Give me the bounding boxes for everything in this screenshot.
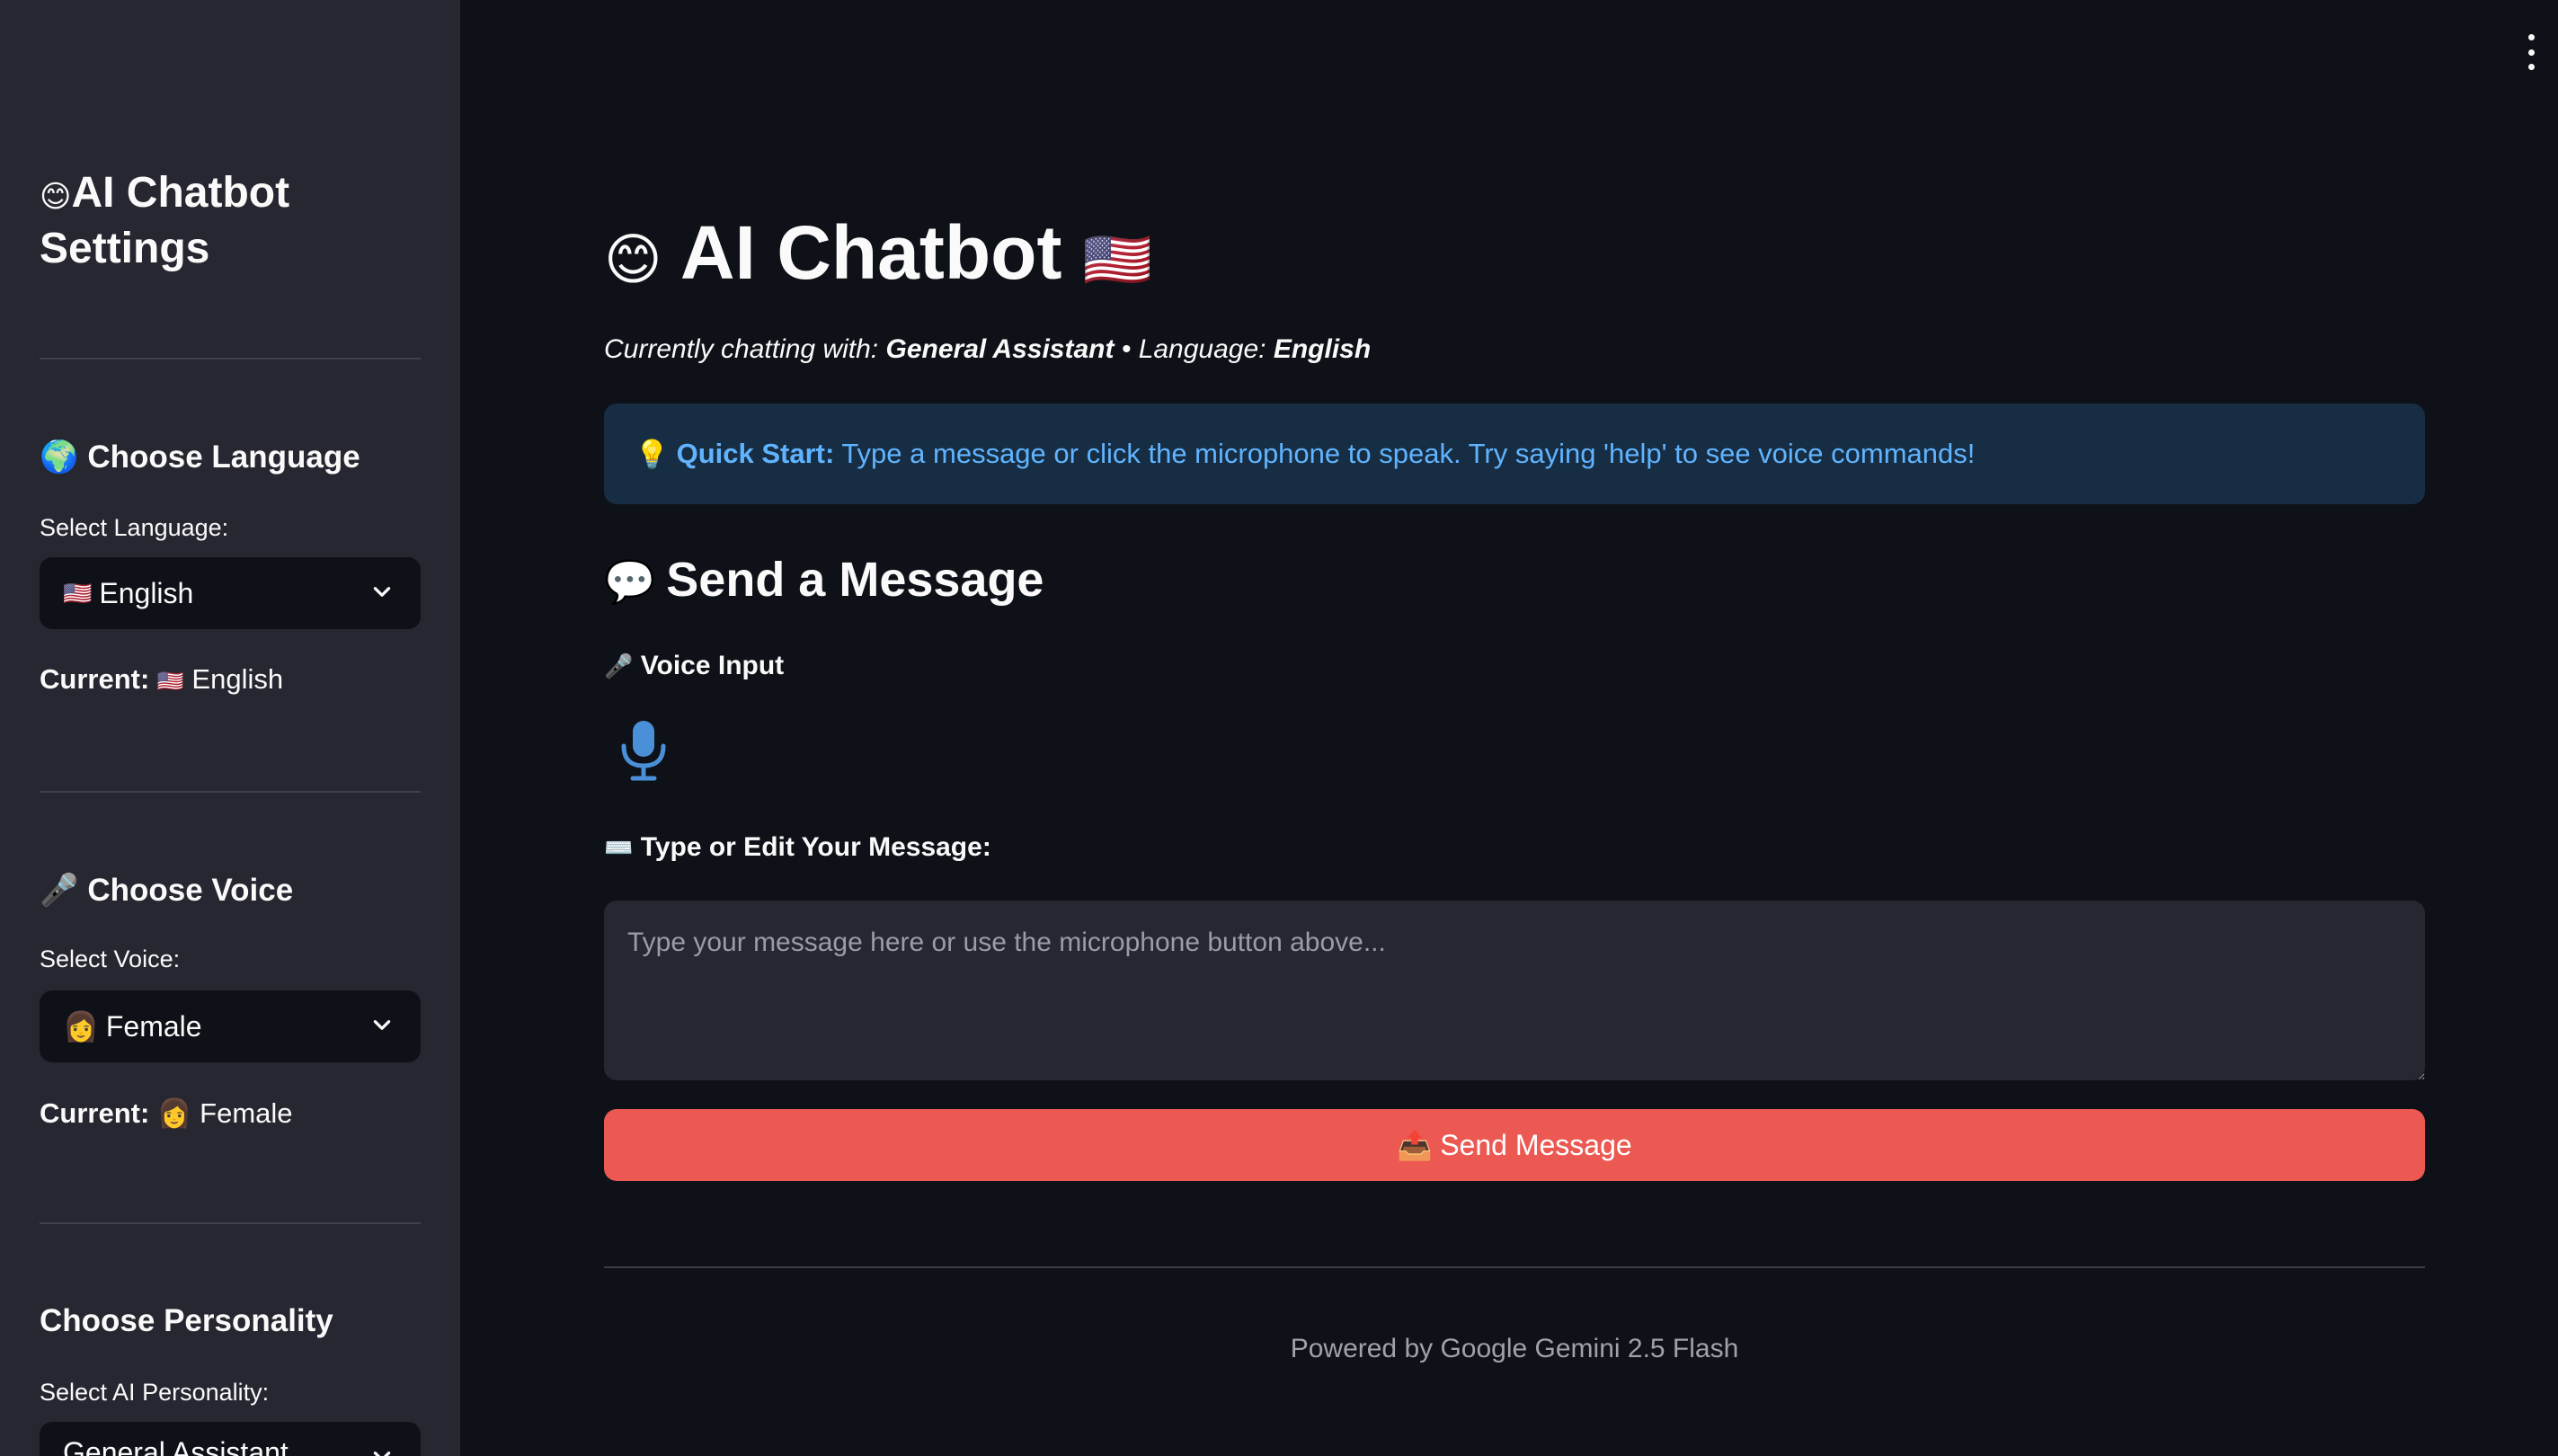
quick-start-text: Type a message or click the microphone t… [841,438,1976,469]
speech-bubble-icon: 💬 [604,558,656,605]
smile-icon: 😊 [40,180,72,214]
voice-current: Current: 👩 Female [40,1096,293,1130]
voice-heading-text: Choose Voice [87,873,294,908]
status-separator: • [1121,334,1132,364]
voice-heading: 🎤 Choose Voice [40,872,293,909]
app-root: 😊AI Chatbot Settings 🌍 Choose Language S… [0,0,2558,1456]
sidebar-title-text: AI Chatbot Settings [40,169,290,272]
lightbulb-icon: 💡 [635,438,670,470]
send-message-heading-text: Send a Message [666,553,1044,607]
voice-input-label: 🎤 Voice Input [604,651,784,681]
chevron-down-icon [373,587,391,597]
voice-select-label: Select Voice: [40,946,181,972]
voice-current-label: Current: [40,1097,150,1129]
us-flag-icon: 🇺🇸 [1082,229,1153,291]
voice-current-value: Female [200,1097,293,1129]
quick-start-banner: 💡 Quick Start: Type a message or click t… [604,404,2425,504]
voice-select[interactable]: 👩 Female [40,990,421,1062]
voice-select-value: Female [105,1009,202,1043]
keyboard-icon: ⌨️ [604,834,634,861]
type-message-label: ⌨️ Type or Edit Your Message: [604,832,991,863]
footer-text: Powered by Google Gemini 2.5 Flash [1290,1334,1739,1363]
woman-icon: 👩 [156,1097,192,1129]
personality-select-label: Select AI Personality: [40,1379,270,1406]
sidebar-divider [40,791,421,793]
microphone-icon[interactable] [617,719,671,782]
us-flag-icon: 🇺🇸 [156,670,184,694]
personality-select-value: General Assistant [63,1436,289,1456]
personality-heading: Choose Personality [40,1303,333,1338]
footer-divider [604,1266,2425,1268]
kebab-menu-icon[interactable] [2522,34,2540,70]
page-title: 😊 AI Chatbot 🇺🇸 [604,203,1152,310]
sidebar-title: 😊AI Chatbot Settings [40,167,435,275]
chat-status: Currently chatting with: General Assista… [604,334,1371,365]
status-language: English [1273,334,1372,364]
language-select-value: English [99,576,194,609]
voice-input-label-text: Voice Input [640,651,785,680]
sidebar-divider [40,1222,421,1224]
quick-start-label: Quick Start: [676,438,835,469]
type-message-label-text: Type or Edit Your Message: [640,832,991,862]
language-current-value: English [191,663,284,695]
page-title-text: AI Chatbot [679,210,1062,295]
woman-icon: 👩 [63,1010,99,1043]
language-select-label: Select Language: [40,514,229,541]
message-input[interactable] [604,901,2425,1080]
language-current: Current: 🇺🇸 English [40,663,283,696]
sidebar-divider [40,358,421,360]
language-heading: 🌍 Choose Language [40,439,360,475]
status-prefix: Currently chatting with: [604,334,879,364]
language-select[interactable]: 🇺🇸 English [40,557,421,629]
send-message-button-label: Send Message [1440,1128,1632,1161]
status-personality: General Assistant [885,334,1115,364]
send-message-heading: 💬 Send a Message [604,552,1044,608]
us-flag-icon: 🇺🇸 [63,579,93,607]
language-heading-text: Choose Language [87,439,360,475]
chevron-down-icon [373,1020,391,1030]
globe-icon: 🌍 [40,439,79,475]
personality-select[interactable]: General Assistant [40,1422,421,1456]
status-language-label: Language: [1138,334,1266,364]
sidebar: 😊AI Chatbot Settings 🌍 Choose Language S… [0,0,460,1456]
outbox-tray-icon: 📤 [1397,1129,1434,1161]
send-message-button[interactable]: 📤 Send Message [604,1109,2425,1181]
smile-icon: 😊 [604,229,662,291]
main-area: 😊 AI Chatbot 🇺🇸 Currently chatting with:… [460,0,2558,1456]
chevron-down-icon [373,1452,391,1456]
microphone-emoji-icon: 🎤 [604,653,634,679]
microphone-emoji-icon: 🎤 [40,873,79,908]
language-current-label: Current: [40,663,150,695]
